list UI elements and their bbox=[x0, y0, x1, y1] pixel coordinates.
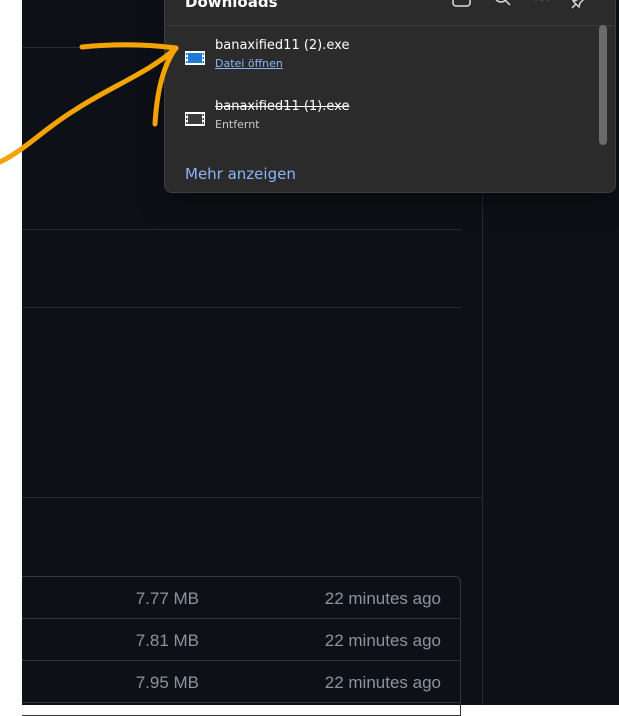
hand-drawn-arrow bbox=[0, 0, 619, 705]
